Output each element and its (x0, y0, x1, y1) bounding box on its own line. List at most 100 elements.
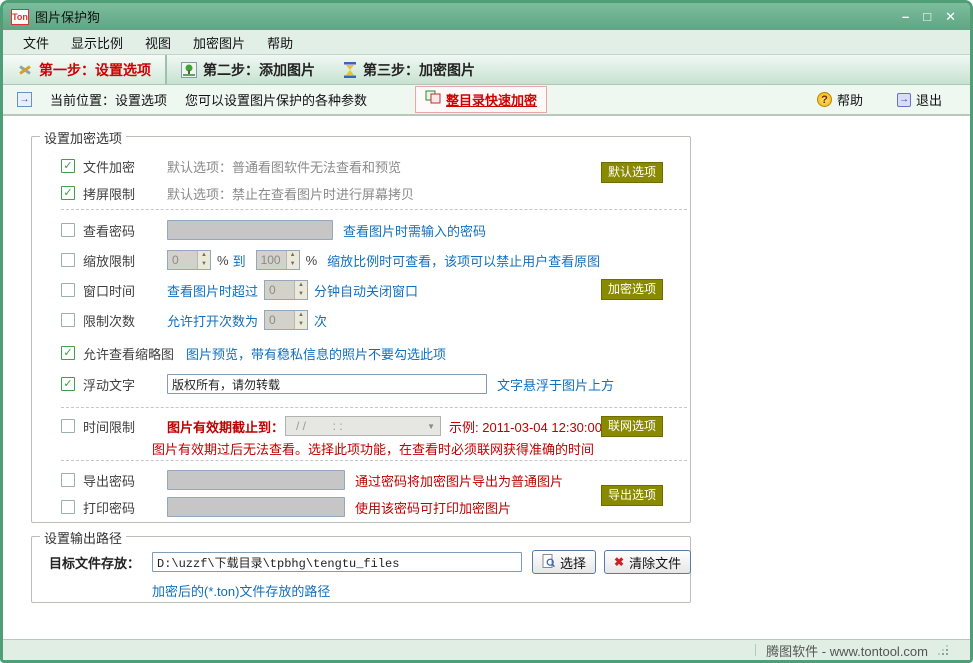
export-options-button[interactable]: 导出选项 (601, 485, 663, 506)
zoom-from-spinner[interactable]: 0 ▲ ▼ (167, 250, 211, 270)
current-location-text: 当前位置：设置选项 (50, 93, 168, 108)
export-password-input[interactable] (167, 470, 345, 490)
step-1-tab[interactable]: 第一步：设置选项 (3, 55, 167, 84)
main-content: 设置加密选项 ✓ 文件加密 默认选项：普通看图软件无法查看和预览 ✓ 拷屏限制 … (3, 116, 970, 639)
spin-up-icon[interactable]: ▲ (198, 251, 210, 260)
window-time-pre: 查看图片时超过 (167, 283, 259, 299)
exit-button[interactable]: → 退出 (896, 90, 942, 109)
target-path-row: 目标文件存放： 选择 ✖ 清除文件 (49, 550, 699, 574)
step-2-tab[interactable]: 第二步：添加图片 (167, 55, 329, 84)
menu-help[interactable]: 帮助 (257, 30, 303, 55)
spin-down-icon[interactable]: ▼ (198, 260, 210, 269)
spinner-arrows[interactable]: ▲ ▼ (294, 281, 308, 299)
export-password-checkbox[interactable]: ✓ (61, 473, 75, 487)
print-password-checkbox[interactable]: ✓ (61, 500, 75, 514)
spin-down-icon[interactable]: ▼ (295, 320, 307, 329)
resize-grip[interactable] (938, 645, 948, 655)
spinner-value: 0 (269, 283, 276, 297)
default-options-button[interactable]: 默认选项 (601, 162, 663, 183)
exit-icon: → (896, 92, 911, 107)
view-password-checkbox[interactable]: ✓ (61, 223, 75, 237)
browse-button[interactable]: 选择 (532, 550, 597, 574)
encrypt-options-group-title: 设置加密选项 (40, 128, 127, 147)
output-path-group: 设置输出路径 目标文件存放： 选择 ✖ 清除文件 加密后的(*.ton)文件存放… (31, 528, 692, 603)
float-text-input[interactable] (167, 374, 487, 394)
zoom-limit-checkbox[interactable]: ✓ (61, 253, 75, 267)
spin-up-icon[interactable]: ▲ (295, 281, 307, 290)
spin-up-icon[interactable]: ▲ (287, 251, 299, 260)
open-times-pre: 允许打开次数为 (167, 313, 259, 329)
target-path-input[interactable] (152, 552, 522, 572)
view-password-input[interactable] (167, 220, 333, 240)
exit-label: 退出 (915, 93, 942, 108)
open-times-spinner[interactable]: 0 ▲ ▼ (264, 310, 309, 330)
open-times-label: 限制次数 (83, 313, 136, 329)
close-button[interactable]: ✕ (945, 10, 956, 23)
network-options-button[interactable]: 联网选项 (601, 416, 663, 437)
open-times-checkbox[interactable]: ✓ (61, 313, 75, 327)
window-time-label: 窗口时间 (83, 283, 136, 299)
menu-view[interactable]: 视图 (135, 30, 181, 55)
window-time-spinner[interactable]: 0 ▲ ▼ (264, 280, 309, 300)
zoom-limit-desc: 缩放比例时可查看，该项可以禁止用户查看原图 (327, 253, 601, 269)
help-button[interactable]: ? 帮助 (816, 90, 863, 109)
spin-up-icon[interactable]: ▲ (295, 311, 307, 320)
thumbnail-checkbox[interactable]: ✓ (61, 346, 75, 360)
encrypt-options-button[interactable]: 加密选项 (601, 279, 663, 300)
time-limit-checkbox[interactable]: ✓ (61, 419, 75, 433)
open-times-row: ✓ 限制次数 允许打开次数为 0 ▲▼ 次 (61, 309, 327, 331)
spinner-arrows[interactable]: ▲ ▼ (294, 311, 308, 329)
spinner-arrows[interactable]: ▲ ▼ (197, 251, 210, 269)
app-logo-icon: Ton (11, 8, 29, 25)
spin-down-icon[interactable]: ▼ (287, 260, 299, 269)
float-text-row: ✓ 浮动文字 文字悬浮于图片上方 (61, 373, 614, 395)
quick-encrypt-directory-button[interactable]: 整目录快速加密 (415, 86, 548, 113)
maximize-button[interactable]: □ (923, 10, 931, 23)
float-text-label: 浮动文字 (83, 377, 136, 393)
percent-sign: % (217, 252, 229, 268)
window-time-checkbox[interactable]: ✓ (61, 283, 75, 297)
separator (61, 209, 687, 210)
minimize-button[interactable]: – (902, 10, 909, 23)
step-1-label: 第一步：设置选项 (39, 61, 151, 78)
thumbnail-label: 允许查看缩略图 (83, 346, 175, 362)
expire-date-picker[interactable]: / / : : ▼ (285, 416, 441, 436)
separator (61, 460, 687, 461)
menu-bar: 文件 显示比例 视图 加密图片 帮助 (3, 30, 970, 55)
target-path-label: 目标文件存放： (49, 555, 141, 571)
zoom-to-spinner[interactable]: 100 ▲ ▼ (255, 250, 300, 270)
separator (61, 407, 687, 408)
step-3-tab[interactable]: 第三步：加密图片 (329, 55, 489, 84)
arrow-box-icon[interactable]: → (17, 92, 32, 107)
time-limit-row: ✓ 时间限制 图片有效期截止到： / / : : ▼ 示例: 2011-03-0… (61, 415, 602, 437)
print-password-label: 打印密码 (83, 500, 136, 516)
time-limit-note: 图片有效期过后无法查看。选择此项功能，在查看时必须联网获得准确的时间 (152, 441, 595, 457)
clear-files-button[interactable]: ✖ 清除文件 (604, 550, 692, 574)
file-encrypt-row: ✓ 文件加密 默认选项：普通看图软件无法查看和预览 (61, 155, 401, 177)
expire-date-value: / / : : (296, 419, 343, 433)
quick-encrypt-label: 整目录快速加密 (446, 93, 538, 108)
open-times-post: 次 (314, 313, 328, 329)
doc-magnifier-icon (542, 553, 555, 571)
float-text-checkbox[interactable]: ✓ (61, 377, 75, 391)
menu-encrypt-image[interactable]: 加密图片 (183, 30, 255, 55)
time-limit-pre: 图片有效期截止到： (167, 419, 285, 435)
print-password-input[interactable] (167, 497, 345, 517)
encrypt-options-group: 设置加密选项 ✓ 文件加密 默认选项：普通看图软件无法查看和预览 ✓ 拷屏限制 … (31, 128, 691, 523)
menu-file[interactable]: 文件 (13, 30, 59, 55)
file-encrypt-desc: 默认选项：普通看图软件无法查看和预览 (167, 159, 402, 175)
window-title: 图片保护狗 (35, 10, 101, 25)
window-controls: – □ ✕ (902, 10, 962, 23)
menu-display-scale[interactable]: 显示比例 (61, 30, 133, 55)
help-icon: ? (816, 92, 832, 107)
file-encrypt-checkbox[interactable]: ✓ (61, 159, 75, 173)
clear-files-label: 清除文件 (629, 555, 682, 571)
screen-copy-checkbox[interactable]: ✓ (61, 186, 75, 200)
export-password-row: ✓ 导出密码 通过密码将加密图片导出为普通图片 (61, 469, 563, 491)
print-password-desc: 使用该密码可打印加密图片 (355, 500, 512, 516)
window-time-post: 分钟自动关闭窗口 (314, 283, 419, 299)
spin-down-icon[interactable]: ▼ (295, 290, 307, 299)
thumbnail-desc: 图片预览，带有稳私信息的照片不要勾选此项 (186, 346, 447, 362)
zoom-limit-label: 缩放限制 (83, 253, 136, 269)
spinner-arrows[interactable]: ▲ ▼ (285, 251, 299, 269)
